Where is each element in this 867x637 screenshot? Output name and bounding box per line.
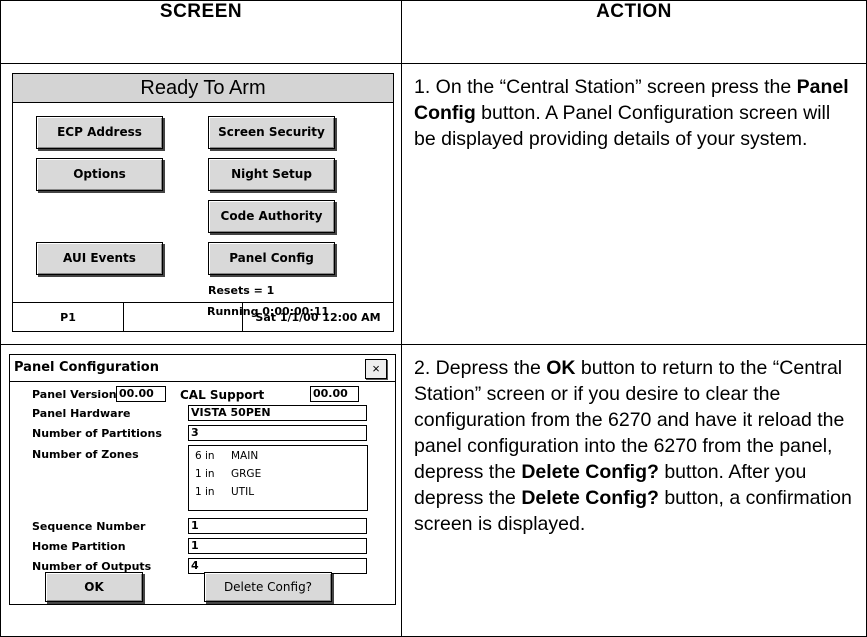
cal-support-field: 00.00	[310, 386, 359, 402]
sequence-number-field: 1	[188, 518, 367, 534]
aui-events-button[interactable]: AUI Events	[36, 242, 163, 275]
list-item[interactable]: 6 in MAIN	[195, 450, 258, 462]
step2-action-cell: 2. Depress the OK button to return to th…	[401, 344, 867, 637]
sequence-number-label: Sequence Number	[32, 520, 146, 533]
cal-support-label: CAL Support	[180, 388, 265, 402]
panel-hardware-field: VISTA 50PEN	[188, 405, 367, 421]
step1-action-cell: 1. On the “Central Station” screen press…	[401, 63, 867, 345]
central-station-screen: Ready To Arm ECP Address Screen Security…	[12, 73, 394, 332]
step1-screen-cell: Ready To Arm ECP Address Screen Security…	[0, 63, 402, 345]
code-authority-button[interactable]: Code Authority	[208, 200, 335, 233]
home-partition-field: 1	[188, 538, 367, 554]
list-item[interactable]: 1 in UTIL	[195, 486, 254, 498]
step2-bold-ok: OK	[546, 357, 576, 379]
screen-security-button[interactable]: Screen Security	[208, 116, 335, 149]
step1-text-2: button. A Panel Configuration screen wil…	[414, 102, 831, 150]
panel-version-label: Panel Version	[32, 388, 117, 401]
ok-button[interactable]: OK	[45, 572, 143, 602]
night-setup-button[interactable]: Night Setup	[208, 158, 335, 191]
list-item[interactable]: 1 in GRGE	[195, 468, 261, 480]
panel-configuration-dialog: Panel Configuration × Panel Version 00.0…	[9, 354, 396, 605]
step2-bold-delete-2: Delete Config?	[521, 487, 659, 509]
partition-tab[interactable]: P1	[13, 303, 124, 332]
step2-bold-delete-1: Delete Config?	[521, 461, 659, 483]
panel-config-button[interactable]: Panel Config	[208, 242, 335, 275]
num-partitions-field: 3	[188, 425, 367, 441]
header-action: ACTION	[401, 0, 867, 64]
instruction-table: SCREEN ACTION Ready To Arm ECP Address S…	[0, 0, 867, 637]
delete-config-button[interactable]: Delete Config?	[204, 572, 332, 602]
ecp-address-button[interactable]: ECP Address	[36, 116, 163, 149]
resets-count: Resets = 1	[208, 284, 275, 297]
step2-text-1: 2. Depress the	[414, 357, 547, 379]
home-partition-label: Home Partition	[32, 540, 126, 553]
panel-hardware-label: Panel Hardware	[32, 407, 131, 420]
status-bar: P1 Sat 1/1/00 12:00 AM	[13, 302, 393, 332]
running-time: Running 0:00:00:11	[207, 305, 330, 318]
close-icon[interactable]: ×	[365, 359, 387, 379]
options-button[interactable]: Options	[36, 158, 163, 191]
panel-version-field: 00.00	[116, 386, 166, 402]
zones-list[interactable]: 6 in MAIN 1 in GRGE 1 in UTIL	[188, 445, 368, 511]
step1-instructions: 1. On the “Central Station” screen press…	[402, 64, 866, 152]
step2-instructions: 2. Depress the OK button to return to th…	[402, 345, 866, 537]
step1-text-1: 1. On the “Central Station” screen press…	[414, 76, 797, 98]
num-zones-label: Number of Zones	[32, 448, 139, 461]
header-screen: SCREEN	[0, 0, 402, 64]
step2-screen-cell: Panel Configuration × Panel Version 00.0…	[0, 344, 402, 637]
dialog-title: Panel Configuration	[14, 360, 159, 375]
screen-title: Ready To Arm	[13, 74, 393, 103]
num-partitions-label: Number of Partitions	[32, 427, 162, 440]
dialog-titlebar: Panel Configuration ×	[10, 355, 395, 382]
